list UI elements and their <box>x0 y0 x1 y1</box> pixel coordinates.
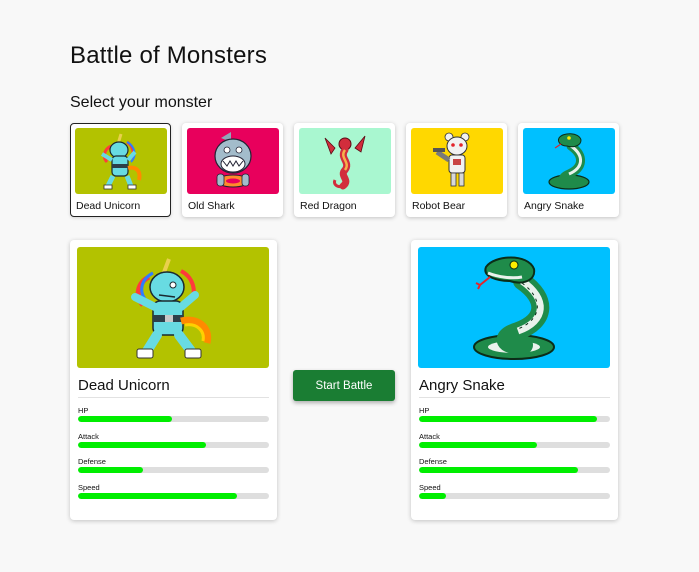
stat-defense: Defense <box>78 457 269 473</box>
monster-card-robot-bear[interactable]: Robot Bear <box>406 123 507 217</box>
stat-bar <box>78 467 269 473</box>
stat-speed: Speed <box>78 483 269 499</box>
stat-fill <box>419 467 578 473</box>
stat-fill <box>78 467 143 473</box>
monster-picker: Dead Unicorn Old Shark Red Dragon Robot … <box>70 123 619 217</box>
unicorn-monster-icon <box>77 247 269 368</box>
stat-label: HP <box>419 406 430 415</box>
monster-name: Angry Snake <box>524 200 585 212</box>
stat-attack: Attack <box>419 432 610 448</box>
divider <box>419 397 610 398</box>
stat-bar <box>419 493 610 499</box>
stat-fill <box>419 442 538 448</box>
monster-name: Red Dragon <box>300 200 357 212</box>
computer-monster-card: Angry Snake HP Attack Defense Speed <box>411 240 618 520</box>
stat-defense: Defense <box>419 457 610 473</box>
stat-label: HP <box>78 406 89 415</box>
stat-label: Speed <box>419 483 441 492</box>
monster-name: Robot Bear <box>412 200 466 212</box>
stat-label: Speed <box>78 483 100 492</box>
shark-monster-icon <box>187 128 279 194</box>
snake-monster-icon <box>418 247 610 368</box>
stat-bar <box>78 442 269 448</box>
select-monster-heading: Select your monster <box>70 94 213 111</box>
monster-name: Dead Unicorn <box>76 200 141 212</box>
stat-bar <box>419 467 610 473</box>
stat-fill <box>419 416 597 422</box>
computer-monster-name: Angry Snake <box>419 377 505 394</box>
stat-speed: Speed <box>419 483 610 499</box>
monster-card-old-shark[interactable]: Old Shark <box>182 123 283 217</box>
monster-card-dead-unicorn[interactable]: Dead Unicorn <box>70 123 171 217</box>
stat-attack: Attack <box>78 432 269 448</box>
stat-bar <box>78 416 269 422</box>
dragon-monster-icon <box>299 128 391 194</box>
robot-bear-monster-icon <box>411 128 503 194</box>
stat-label: Attack <box>78 432 99 441</box>
stat-fill <box>78 442 206 448</box>
monster-card-angry-snake[interactable]: Angry Snake <box>518 123 619 217</box>
divider <box>78 397 269 398</box>
start-battle-button[interactable]: Start Battle <box>293 370 395 401</box>
monster-name: Old Shark <box>188 200 235 212</box>
stat-label: Defense <box>419 457 447 466</box>
stat-label: Attack <box>419 432 440 441</box>
page-title: Battle of Monsters <box>70 42 268 69</box>
monster-card-red-dragon[interactable]: Red Dragon <box>294 123 395 217</box>
stat-fill <box>78 416 172 422</box>
stat-bar <box>78 493 269 499</box>
player-monster-name: Dead Unicorn <box>78 377 170 394</box>
stat-bar <box>419 416 610 422</box>
stat-fill <box>419 493 446 499</box>
stat-label: Defense <box>78 457 106 466</box>
stat-hp: HP <box>78 406 269 422</box>
stat-bar <box>419 442 610 448</box>
stat-fill <box>78 493 237 499</box>
stat-hp: HP <box>419 406 610 422</box>
snake-monster-icon <box>523 128 615 194</box>
player-monster-card: Dead Unicorn HP Attack Defense Speed <box>70 240 277 520</box>
unicorn-monster-icon <box>75 128 167 194</box>
